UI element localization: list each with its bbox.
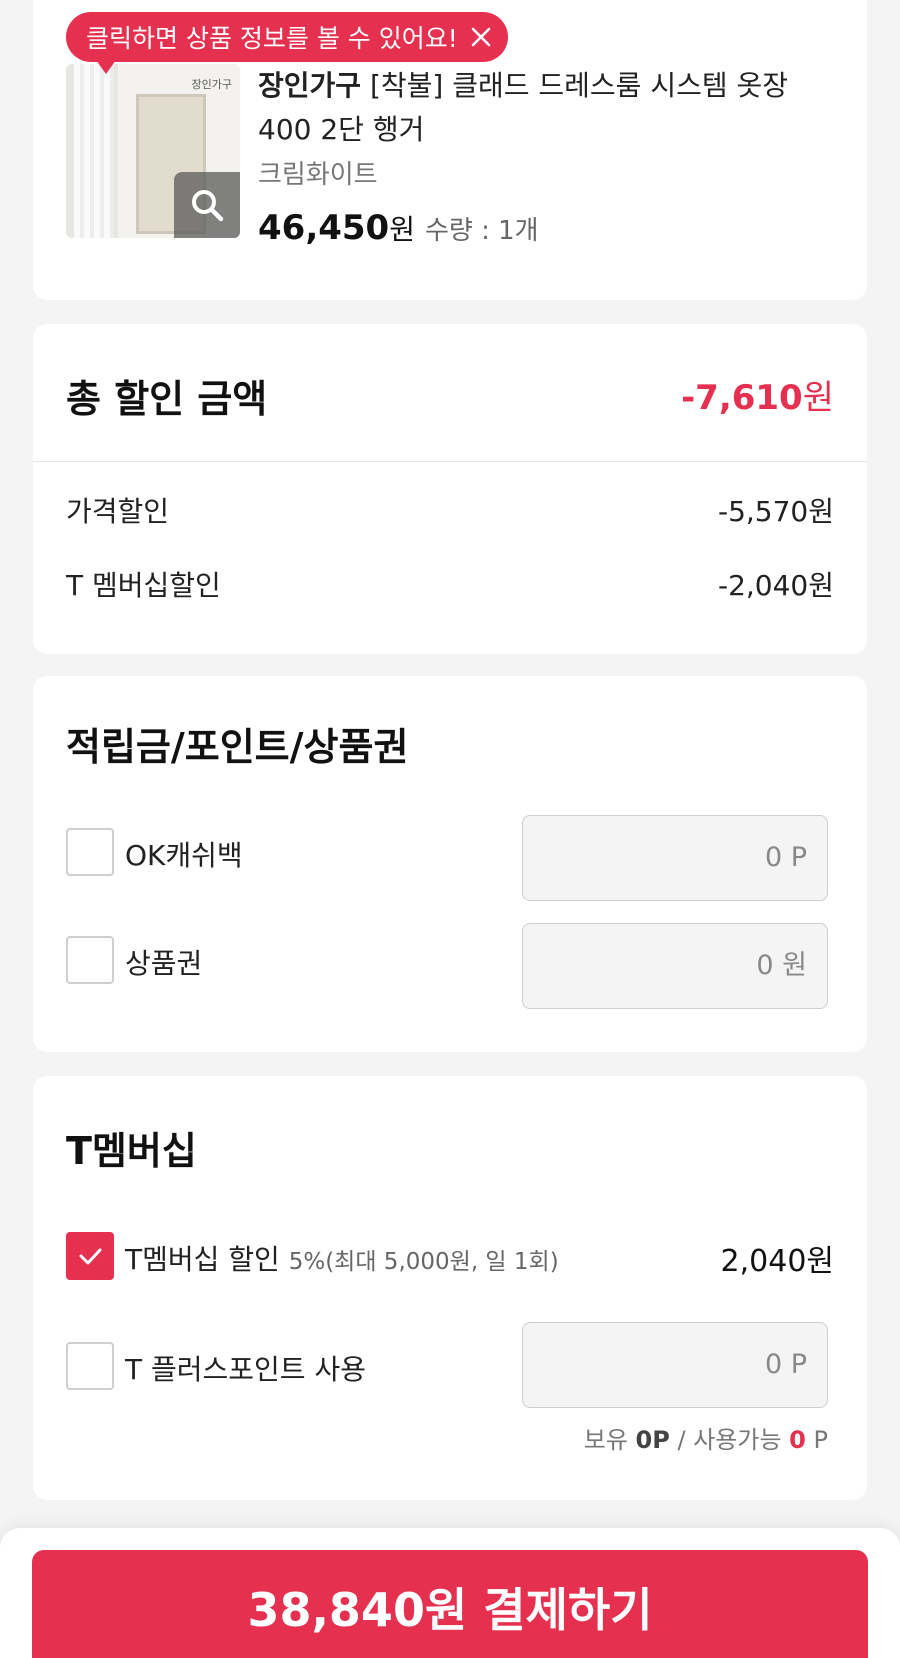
- gift-card-checkbox[interactable]: [66, 936, 114, 984]
- product-price: 46,450: [258, 208, 390, 248]
- product-title[interactable]: 장인가구 [착불] 클래드 드레스룸 시스템 옷장 400 2단 행거: [258, 64, 828, 152]
- price-discount-value: -5,570원: [717, 495, 834, 528]
- thumbnail-brand-logo: 장인가구: [191, 78, 232, 91]
- held-value: 0P: [635, 1426, 670, 1454]
- held-label: 보유: [583, 1426, 628, 1454]
- plus-point-input[interactable]: 0 P: [522, 1322, 828, 1408]
- product-quantity: 수량 : 1개: [424, 216, 539, 246]
- tooltip-text: 클릭하면 상품 정보를 볼 수 있어요!: [86, 24, 458, 53]
- discount-total-currency: 원: [802, 378, 834, 418]
- membership-discount-label: T멤버십 할인: [125, 1243, 280, 1276]
- points-card: 적립금/포인트/상품권 OK캐쉬백 0 P 상품권 0 원: [33, 676, 867, 1052]
- point-balance: 보유 0P / 사용가능 0 P: [584, 1420, 828, 1455]
- available-value: 0: [789, 1426, 806, 1454]
- magnifier-icon: [192, 190, 224, 222]
- plus-point-checkbox[interactable]: [66, 1342, 114, 1390]
- price-discount-label: 가격할인: [66, 495, 170, 528]
- product-thumbnail[interactable]: 장인가구: [66, 64, 240, 238]
- membership-title: T멤버십: [66, 1129, 197, 1173]
- ok-cashbag-label: OK캐쉬백: [125, 839, 243, 872]
- membership-discount-checkbox[interactable]: [66, 1232, 114, 1280]
- discount-total-amount: -7,610: [681, 378, 803, 418]
- available-unit: P: [813, 1426, 828, 1454]
- points-title: 적립금/포인트/상품권: [66, 725, 409, 769]
- discount-title: 총 할인 금액: [66, 377, 268, 421]
- check-icon: [79, 1248, 102, 1265]
- pay-button[interactable]: 38,840원 결제하기: [32, 1550, 868, 1658]
- plus-point-label: T 플러스포인트 사용: [125, 1353, 366, 1386]
- discount-card: 총 할인 금액 -7,610원 가격할인 -5,570원 T 멤버십할인 -2,…: [33, 324, 867, 654]
- zoom-button[interactable]: [174, 172, 240, 238]
- product-currency: 원: [389, 213, 415, 246]
- close-icon[interactable]: [468, 24, 494, 50]
- payment-bar: 38,840원 결제하기: [0, 1528, 900, 1658]
- membership-card: T멤버십 T멤버십 할인 5%(최대 5,000원, 일 1회) 2,040원 …: [33, 1076, 867, 1500]
- membership-discount-value: -2,040원: [717, 569, 834, 602]
- membership-discount-option: T멤버십 할인 5%(최대 5,000원, 일 1회): [125, 1238, 559, 1278]
- product-brand: 장인가구: [258, 69, 362, 102]
- product-price-row: 46,450 원 수량 : 1개: [258, 208, 539, 248]
- gift-card-label: 상품권: [125, 947, 203, 980]
- product-option: 크림화이트: [258, 160, 378, 190]
- thumbnail-curtain: [74, 64, 114, 238]
- discount-total: -7,610원: [681, 370, 834, 419]
- divider: [33, 461, 867, 462]
- membership-discount-detail: 5%(최대 5,000원, 일 1회): [288, 1249, 559, 1275]
- gift-card-input[interactable]: 0 원: [522, 923, 828, 1009]
- ok-cashbag-checkbox[interactable]: [66, 828, 114, 876]
- membership-discount-label: T 멤버십할인: [66, 569, 221, 602]
- available-label: / 사용가능: [677, 1426, 782, 1454]
- product-info-tooltip[interactable]: 클릭하면 상품 정보를 볼 수 있어요!: [66, 12, 508, 74]
- membership-discount-amount: 2,040원: [720, 1244, 834, 1279]
- ok-cashbag-input[interactable]: 0 P: [522, 815, 828, 901]
- tooltip-tail: [96, 60, 116, 74]
